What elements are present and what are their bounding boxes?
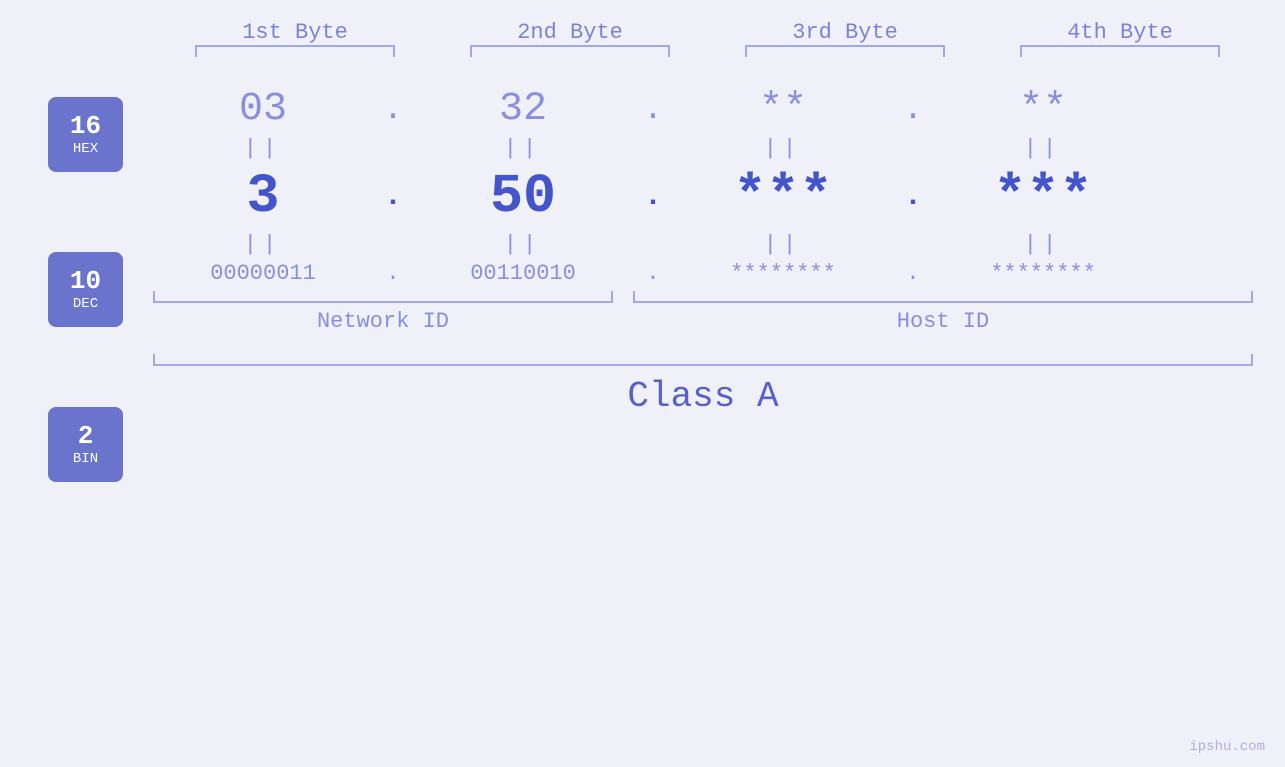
byte-1-header: 1st Byte	[185, 20, 405, 45]
bin-row: 00000011 . 00110010 . ******** . *******…	[153, 261, 1253, 286]
bracket-4	[1020, 45, 1220, 57]
host-bracket	[633, 291, 1253, 303]
dec-row: 3 . 50 . *** . ***	[153, 165, 1253, 228]
hex-badge-num: 16	[70, 112, 101, 141]
dec-badge-label: DEC	[73, 296, 98, 312]
bottom-brackets	[153, 291, 1253, 303]
main-content: 16 HEX 10 DEC 2 BIN 03 . 32 . ** . **	[0, 87, 1285, 482]
bin-byte-4: ********	[933, 261, 1153, 286]
bracket-1	[195, 45, 395, 57]
network-id-label: Network ID	[153, 309, 613, 334]
dec-byte-2: 50	[413, 165, 633, 228]
hex-sep-1: .	[373, 91, 413, 128]
hex-byte-2: 32	[413, 87, 633, 132]
eq-row-1: || || || ||	[153, 136, 1253, 161]
id-labels: Network ID Host ID	[153, 309, 1253, 334]
badges-column: 16 HEX 10 DEC 2 BIN	[48, 97, 123, 482]
hex-sep-3: .	[893, 91, 933, 128]
host-id-label: Host ID	[633, 309, 1253, 334]
eq-8: ||	[933, 232, 1153, 257]
eq-1: ||	[153, 136, 373, 161]
byte-4-header: 4th Byte	[1010, 20, 1230, 45]
data-rows: 03 . 32 . ** . ** || || || || 3 .	[153, 87, 1285, 417]
byte-3-header: 3rd Byte	[735, 20, 955, 45]
bin-badge-num: 2	[78, 422, 94, 451]
bin-byte-3: ********	[673, 261, 893, 286]
bin-badge: 2 BIN	[48, 407, 123, 482]
byte-headers: 1st Byte 2nd Byte 3rd Byte 4th Byte	[158, 20, 1258, 45]
hex-row: 03 . 32 . ** . **	[153, 87, 1253, 132]
dec-sep-1: .	[373, 180, 413, 214]
dec-sep-3: .	[893, 180, 933, 214]
byte-2-header: 2nd Byte	[460, 20, 680, 45]
eq-4: ||	[933, 136, 1153, 161]
hex-byte-4: **	[933, 87, 1153, 132]
dec-byte-3: ***	[673, 165, 893, 228]
dec-badge-num: 10	[70, 267, 101, 296]
hex-sep-2: .	[633, 91, 673, 128]
bin-byte-1: 00000011	[153, 261, 373, 286]
eq-7: ||	[673, 232, 893, 257]
bracket-2	[470, 45, 670, 57]
bin-sep-3: .	[893, 261, 933, 286]
hex-badge-label: HEX	[73, 141, 98, 157]
eq-row-2: || || || ||	[153, 232, 1253, 257]
dec-badge: 10 DEC	[48, 252, 123, 327]
bin-byte-2: 00110010	[413, 261, 633, 286]
dec-byte-1: 3	[153, 165, 373, 228]
hex-badge: 16 HEX	[48, 97, 123, 172]
eq-2: ||	[413, 136, 633, 161]
bracket-3	[745, 45, 945, 57]
network-bracket	[153, 291, 613, 303]
hex-byte-3: **	[673, 87, 893, 132]
dec-byte-4: ***	[933, 165, 1153, 228]
large-bracket	[153, 354, 1253, 366]
eq-3: ||	[673, 136, 893, 161]
hex-byte-1: 03	[153, 87, 373, 132]
eq-5: ||	[153, 232, 373, 257]
watermark: ipshu.com	[1189, 739, 1265, 755]
eq-6: ||	[413, 232, 633, 257]
main-container: 1st Byte 2nd Byte 3rd Byte 4th Byte 16 H…	[0, 0, 1285, 767]
dec-sep-2: .	[633, 180, 673, 214]
class-label: Class A	[153, 376, 1253, 417]
bin-badge-label: BIN	[73, 451, 98, 467]
top-brackets	[158, 45, 1258, 57]
bin-sep-1: .	[373, 261, 413, 286]
bin-sep-2: .	[633, 261, 673, 286]
